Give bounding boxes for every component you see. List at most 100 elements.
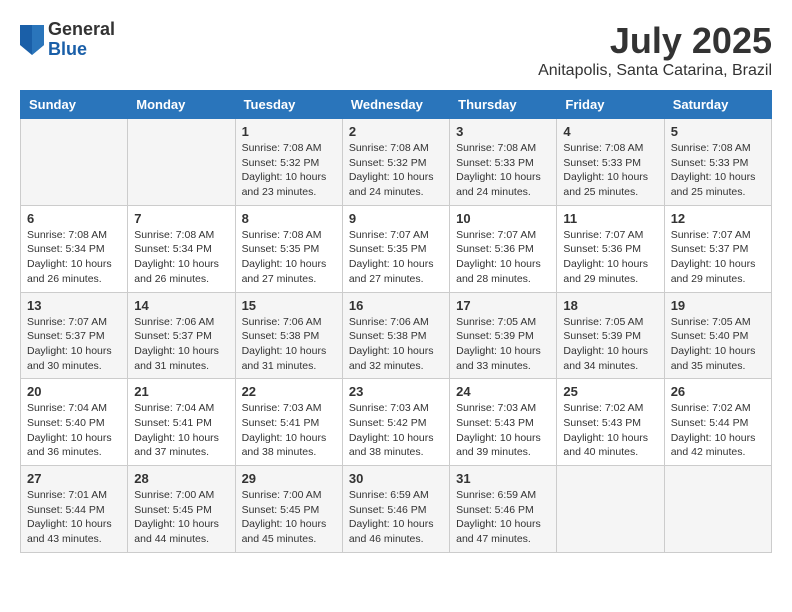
day-number: 12 (671, 211, 765, 226)
weekday-header: Sunday (21, 91, 128, 119)
day-number: 5 (671, 124, 765, 139)
day-info: Sunrise: 7:05 AM Sunset: 5:39 PM Dayligh… (563, 315, 657, 374)
calendar-cell: 7Sunrise: 7:08 AM Sunset: 5:34 PM Daylig… (128, 205, 235, 292)
day-number: 9 (349, 211, 443, 226)
calendar-cell: 5 Sunrise: 7:08 AM Sunset: 5:33 PM Daylig… (664, 119, 771, 206)
day-number: 10 (456, 211, 550, 226)
day-number: 25 (563, 384, 657, 399)
calendar-cell: 16Sunrise: 7:06 AM Sunset: 5:38 PM Dayli… (342, 292, 449, 379)
day-number: 28 (134, 471, 228, 486)
day-number: 8 (242, 211, 336, 226)
calendar-cell: 12 Sunrise: 7:07 AM Sunset: 5:37 PM Dayli… (664, 205, 771, 292)
day-info: Sunrise: 7:03 AM Sunset: 5:43 PM Dayligh… (456, 401, 550, 460)
day-number: 17 (456, 298, 550, 313)
logo-general: General (48, 20, 115, 40)
calendar-cell (21, 119, 128, 206)
day-info: Sunrise: 7:05 AM Sunset: 5:39 PM Dayligh… (456, 315, 550, 374)
calendar-cell (557, 466, 664, 553)
calendar-cell: 18 Sunrise: 7:05 AM Sunset: 5:39 PM Dayli… (557, 292, 664, 379)
calendar-cell: 28 Sunrise: 7:00 AM Sunset: 5:45 PM Dayli… (128, 466, 235, 553)
day-info: Sunrise: 7:04 AM Sunset: 5:41 PM Dayligh… (134, 401, 228, 460)
logo-blue: Blue (48, 40, 115, 60)
calendar-cell (128, 119, 235, 206)
day-info: Sunrise: 7:01 AM Sunset: 5:44 PM Dayligh… (27, 488, 121, 547)
day-number: 13 (27, 298, 121, 313)
calendar-cell: 30 Sunrise: 6:59 AM Sunset: 5:46 PM Dayli… (342, 466, 449, 553)
weekday-header-row: SundayMondayTuesdayWednesdayThursdayFrid… (21, 91, 772, 119)
location-subtitle: Anitapolis, Santa Catarina, Brazil (538, 62, 772, 80)
logo: General Blue (20, 20, 115, 60)
calendar-cell: 1 Sunrise: 7:08 AM Sunset: 5:32 PM Daylig… (235, 119, 342, 206)
weekday-header: Monday (128, 91, 235, 119)
calendar-cell: 11Sunrise: 7:07 AM Sunset: 5:36 PM Dayli… (557, 205, 664, 292)
day-info: Sunrise: 7:03 AM Sunset: 5:41 PM Dayligh… (242, 401, 336, 460)
day-info: Sunrise: 7:08 AM Sunset: 5:33 PM Dayligh… (563, 141, 657, 200)
calendar-cell: 17 Sunrise: 7:05 AM Sunset: 5:39 PM Dayli… (450, 292, 557, 379)
day-number: 27 (27, 471, 121, 486)
calendar-cell: 13Sunrise: 7:07 AM Sunset: 5:37 PM Dayli… (21, 292, 128, 379)
calendar-week-row: 20 Sunrise: 7:04 AM Sunset: 5:40 PM Dayli… (21, 379, 772, 466)
day-info: Sunrise: 6:59 AM Sunset: 5:46 PM Dayligh… (349, 488, 443, 547)
weekday-header: Wednesday (342, 91, 449, 119)
calendar-cell: 2Sunrise: 7:08 AM Sunset: 5:32 PM Daylig… (342, 119, 449, 206)
calendar-cell: 25 Sunrise: 7:02 AM Sunset: 5:43 PM Dayli… (557, 379, 664, 466)
calendar-cell: 23 Sunrise: 7:03 AM Sunset: 5:42 PM Dayli… (342, 379, 449, 466)
day-info: Sunrise: 7:06 AM Sunset: 5:38 PM Dayligh… (242, 315, 336, 374)
day-info: Sunrise: 7:03 AM Sunset: 5:42 PM Dayligh… (349, 401, 443, 460)
calendar-cell: 27 Sunrise: 7:01 AM Sunset: 5:44 PM Dayli… (21, 466, 128, 553)
day-info: Sunrise: 7:02 AM Sunset: 5:43 PM Dayligh… (563, 401, 657, 460)
calendar-week-row: 27 Sunrise: 7:01 AM Sunset: 5:44 PM Dayli… (21, 466, 772, 553)
day-number: 30 (349, 471, 443, 486)
weekday-header: Tuesday (235, 91, 342, 119)
day-info: Sunrise: 7:00 AM Sunset: 5:45 PM Dayligh… (242, 488, 336, 547)
day-info: Sunrise: 7:02 AM Sunset: 5:44 PM Dayligh… (671, 401, 765, 460)
day-info: Sunrise: 7:07 AM Sunset: 5:37 PM Dayligh… (671, 228, 765, 287)
day-number: 23 (349, 384, 443, 399)
day-info: Sunrise: 7:05 AM Sunset: 5:40 PM Dayligh… (671, 315, 765, 374)
day-number: 1 (242, 124, 336, 139)
calendar-cell: 31 Sunrise: 6:59 AM Sunset: 5:46 PM Dayli… (450, 466, 557, 553)
day-info: Sunrise: 7:00 AM Sunset: 5:45 PM Dayligh… (134, 488, 228, 547)
calendar-cell: 4Sunrise: 7:08 AM Sunset: 5:33 PM Daylig… (557, 119, 664, 206)
day-info: Sunrise: 7:08 AM Sunset: 5:34 PM Dayligh… (27, 228, 121, 287)
day-info: Sunrise: 7:07 AM Sunset: 5:35 PM Dayligh… (349, 228, 443, 287)
day-info: Sunrise: 7:08 AM Sunset: 5:33 PM Dayligh… (456, 141, 550, 200)
day-number: 19 (671, 298, 765, 313)
title-block: July 2025 Anitapolis, Santa Catarina, Br… (538, 20, 772, 80)
day-number: 31 (456, 471, 550, 486)
logo-text: General Blue (48, 20, 115, 60)
day-info: Sunrise: 7:08 AM Sunset: 5:32 PM Dayligh… (242, 141, 336, 200)
weekday-header: Friday (557, 91, 664, 119)
calendar-cell: 19 Sunrise: 7:05 AM Sunset: 5:40 PM Dayli… (664, 292, 771, 379)
day-info: Sunrise: 6:59 AM Sunset: 5:46 PM Dayligh… (456, 488, 550, 547)
calendar-cell: 24 Sunrise: 7:03 AM Sunset: 5:43 PM Dayli… (450, 379, 557, 466)
calendar-week-row: 6Sunrise: 7:08 AM Sunset: 5:34 PM Daylig… (21, 205, 772, 292)
day-number: 15 (242, 298, 336, 313)
day-number: 11 (563, 211, 657, 226)
day-info: Sunrise: 7:08 AM Sunset: 5:32 PM Dayligh… (349, 141, 443, 200)
day-number: 16 (349, 298, 443, 313)
day-info: Sunrise: 7:04 AM Sunset: 5:40 PM Dayligh… (27, 401, 121, 460)
calendar-cell: 26Sunrise: 7:02 AM Sunset: 5:44 PM Dayli… (664, 379, 771, 466)
day-info: Sunrise: 7:08 AM Sunset: 5:35 PM Dayligh… (242, 228, 336, 287)
calendar-cell: 22Sunrise: 7:03 AM Sunset: 5:41 PM Dayli… (235, 379, 342, 466)
day-info: Sunrise: 7:08 AM Sunset: 5:33 PM Dayligh… (671, 141, 765, 200)
logo-icon (20, 25, 44, 55)
calendar-cell: 8 Sunrise: 7:08 AM Sunset: 5:35 PM Daylig… (235, 205, 342, 292)
day-number: 18 (563, 298, 657, 313)
calendar-cell: 20 Sunrise: 7:04 AM Sunset: 5:40 PM Dayli… (21, 379, 128, 466)
day-info: Sunrise: 7:07 AM Sunset: 5:36 PM Dayligh… (456, 228, 550, 287)
day-number: 14 (134, 298, 228, 313)
day-info: Sunrise: 7:06 AM Sunset: 5:37 PM Dayligh… (134, 315, 228, 374)
calendar-week-row: 1 Sunrise: 7:08 AM Sunset: 5:32 PM Daylig… (21, 119, 772, 206)
calendar-cell (664, 466, 771, 553)
calendar-cell: 6Sunrise: 7:08 AM Sunset: 5:34 PM Daylig… (21, 205, 128, 292)
weekday-header: Saturday (664, 91, 771, 119)
day-number: 20 (27, 384, 121, 399)
weekday-header: Thursday (450, 91, 557, 119)
calendar-week-row: 13Sunrise: 7:07 AM Sunset: 5:37 PM Dayli… (21, 292, 772, 379)
day-info: Sunrise: 7:08 AM Sunset: 5:34 PM Dayligh… (134, 228, 228, 287)
day-number: 24 (456, 384, 550, 399)
calendar-cell: 21Sunrise: 7:04 AM Sunset: 5:41 PM Dayli… (128, 379, 235, 466)
calendar-cell: 15 Sunrise: 7:06 AM Sunset: 5:38 PM Dayli… (235, 292, 342, 379)
